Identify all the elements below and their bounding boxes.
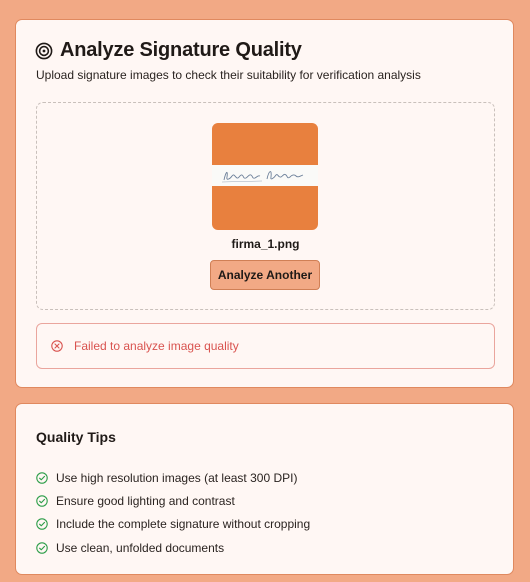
signature-thumbnail: [212, 123, 318, 230]
check-circle-icon: [36, 541, 48, 554]
page-subtitle: Upload signature images to check their s…: [36, 68, 421, 82]
page-title: Analyze Signature Quality: [60, 39, 302, 61]
tips-title: Quality Tips: [36, 429, 116, 445]
list-item: Use high resolution images (at least 300…: [36, 466, 310, 489]
signature-image: [212, 165, 318, 186]
list-item: Ensure good lighting and contrast: [36, 489, 310, 512]
tip-text: Include the complete signature without c…: [56, 517, 311, 532]
target-icon: [35, 42, 53, 59]
error-message: Failed to analyze image quality: [74, 339, 239, 353]
tip-text: Ensure good lighting and contrast: [56, 493, 235, 508]
upload-dropzone[interactable]: firma_1.png Analyze Another: [36, 102, 495, 310]
analyze-another-button[interactable]: Analyze Another: [210, 260, 320, 290]
x-circle-icon: [51, 340, 63, 352]
check-circle-icon: [36, 518, 48, 530]
tip-text: Use clean, unfolded documents: [56, 540, 225, 555]
quality-tips-card: Quality Tips Use high resolution images …: [15, 403, 514, 575]
list-item: Include the complete signature without c…: [36, 513, 310, 536]
header: Analyze Signature Quality: [35, 39, 302, 62]
file-name: firma_1.png: [231, 237, 300, 251]
tip-text: Use high resolution images (at least 300…: [56, 470, 298, 485]
error-alert: Failed to analyze image quality: [36, 323, 495, 369]
tips-list: Use high resolution images (at least 300…: [36, 466, 310, 559]
analyze-card: Analyze Signature Quality Upload signatu…: [15, 19, 514, 388]
list-item: Use clean, unfolded documents: [36, 536, 310, 559]
check-circle-icon: [36, 495, 48, 507]
check-circle-icon: [36, 471, 48, 484]
